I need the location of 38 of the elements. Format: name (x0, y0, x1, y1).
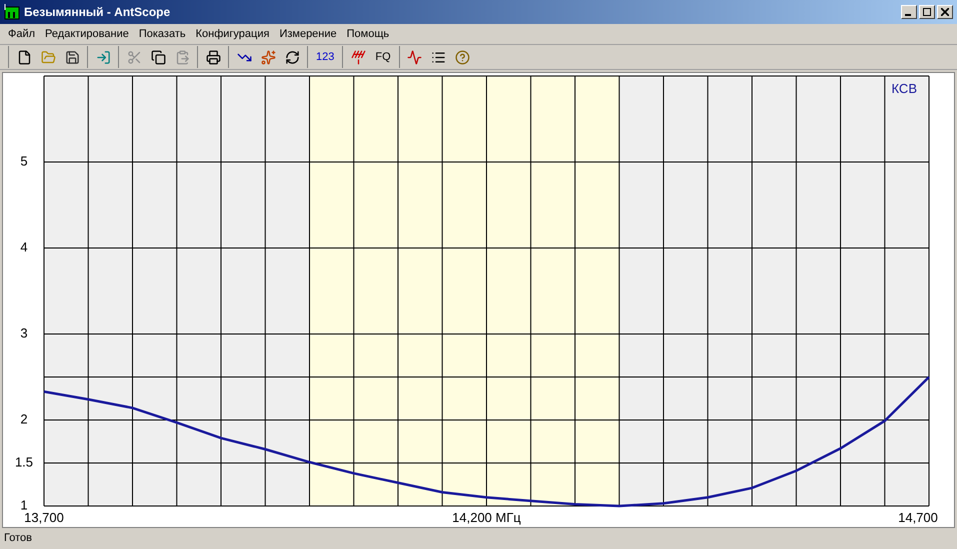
menu-item[interactable]: Измерение (275, 26, 341, 42)
menu-item[interactable]: Помощь (342, 26, 394, 42)
y-axis-label: 1 (20, 497, 28, 512)
minimize-button[interactable] (901, 5, 917, 19)
x-axis-label: 14,700 (898, 510, 938, 525)
toolbar-button[interactable]: 123 (312, 46, 338, 68)
menu-item[interactable]: Файл (4, 26, 40, 42)
series-label: КСВ (892, 81, 917, 96)
y-axis-label: 3 (20, 325, 28, 340)
wave-icon (407, 50, 422, 64)
x-axis-label: 13,700 (24, 510, 64, 525)
list-icon (431, 50, 446, 64)
x-axis-label: 14,200 МГц (452, 510, 521, 525)
app-icon (4, 4, 20, 20)
paste-icon (174, 50, 190, 64)
save-icon (64, 50, 80, 64)
menu-item[interactable]: Конфигурация (192, 26, 274, 42)
close-button[interactable] (937, 5, 953, 19)
burst-icon (260, 50, 276, 64)
maximize-button[interactable] (919, 5, 935, 19)
window-title: Безымянный - AntScope (24, 4, 170, 21)
scissors-icon (126, 50, 142, 64)
menu-item[interactable]: Редактирование (41, 26, 133, 42)
status-text: Готов (4, 531, 32, 546)
y-axis-label: 4 (20, 239, 28, 254)
close-icon (941, 8, 949, 16)
new-file-icon (16, 50, 32, 64)
copy-icon (150, 50, 166, 64)
y-axis-label: 2 (20, 411, 28, 426)
y-axis-label: 5 (20, 153, 28, 168)
open-folder-icon (40, 50, 56, 64)
y-axis-label: 1.5 (14, 454, 34, 470)
menu-item[interactable]: Показать (134, 26, 190, 42)
refresh-icon (284, 50, 300, 64)
printer-icon (206, 50, 220, 64)
toolbar-button[interactable]: FQ (371, 46, 395, 68)
maximize-icon (923, 8, 931, 16)
help-icon (455, 50, 470, 64)
